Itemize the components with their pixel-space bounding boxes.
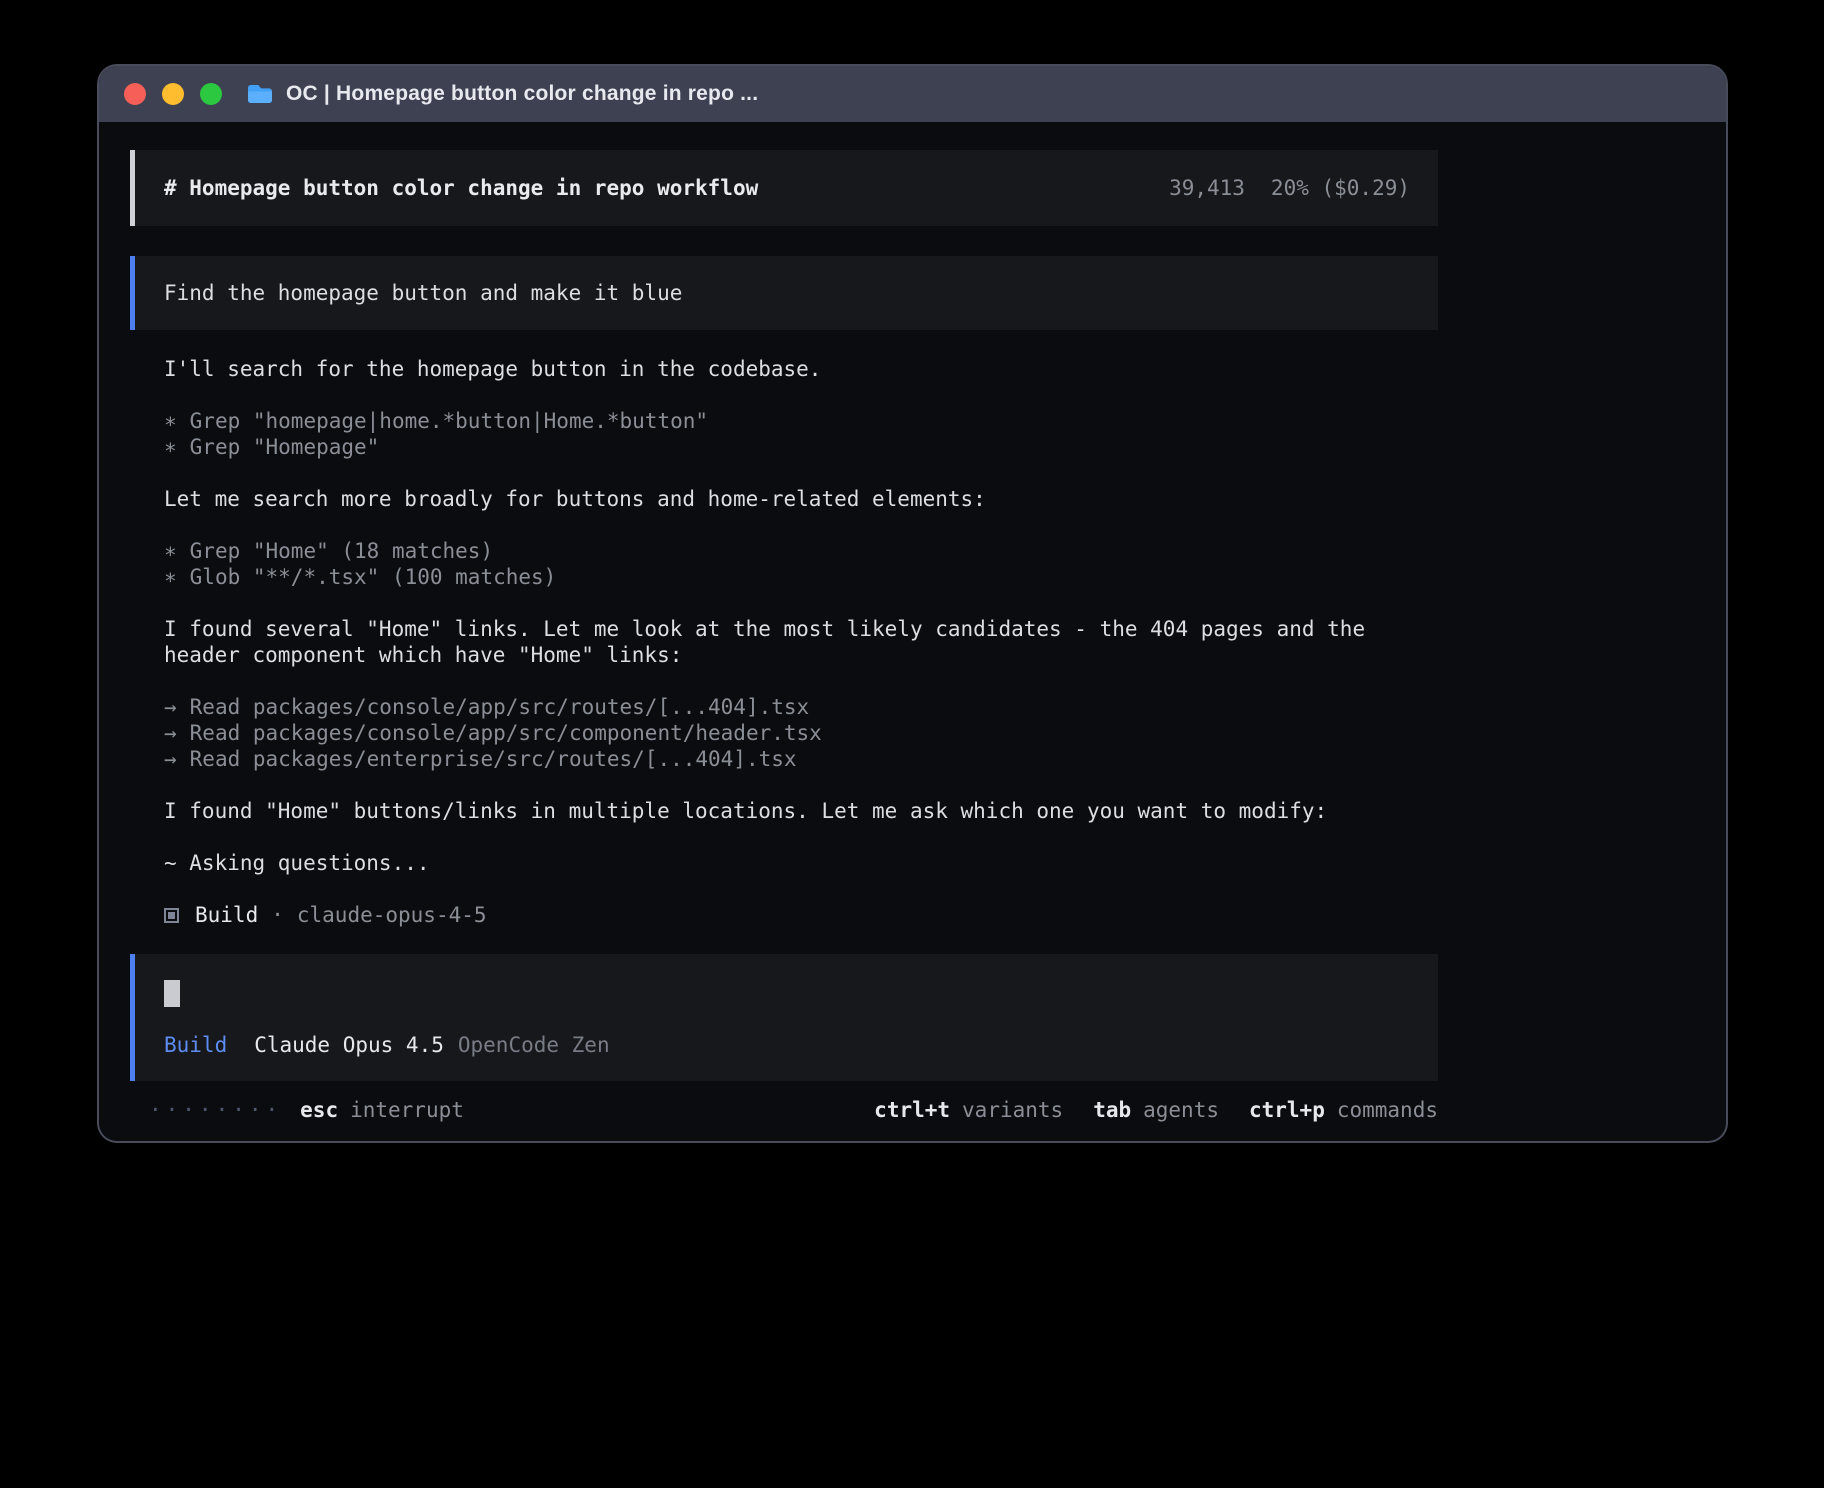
shortcut-key: ctrl+p [1249, 1097, 1325, 1123]
tool-text: Read packages/enterprise/src/routes/[...… [190, 747, 797, 771]
tool-call: ∗ Glob "**/*.tsx" (100 matches) [164, 564, 1438, 590]
agent-icon [164, 908, 179, 923]
traffic-lights [124, 83, 222, 105]
tool-glyph: ∗ [164, 539, 177, 563]
shortcut-label: commands [1337, 1097, 1438, 1123]
shortcut-label: variants [962, 1097, 1063, 1123]
status-bar: ········ esc interrupt ctrl+t variants t… [130, 1097, 1438, 1123]
tool-glyph: → [164, 695, 177, 719]
window-title: OC | Homepage button color change in rep… [286, 82, 758, 106]
tool-text: Read packages/console/app/src/component/… [190, 721, 822, 745]
tool-call-group: → Read packages/console/app/src/routes/[.… [164, 694, 1438, 772]
session-header: # Homepage button color change in repo w… [130, 150, 1438, 226]
shortcut-key: tab [1093, 1097, 1131, 1123]
context-usage: 20% ($0.29) [1271, 176, 1410, 200]
minimize-button[interactable] [162, 83, 184, 105]
separator-dot: · [271, 902, 284, 928]
tool-glyph: ∗ [164, 565, 177, 589]
input-meta: Build Claude Opus 4.5 OpenCode Zen [164, 1033, 1409, 1057]
assistant-text: I found "Home" buttons/links in multiple… [164, 798, 1408, 824]
shortcut-key: ctrl+t [874, 1097, 950, 1123]
tool-call: → Read packages/console/app/src/routes/[.… [164, 694, 1438, 720]
assistant-text: I'll search for the homepage button in t… [164, 356, 1408, 382]
model-label: Claude Opus 4.5 [254, 1033, 444, 1057]
conversation: I'll search for the homepage button in t… [130, 356, 1438, 928]
token-count: 39,413 [1169, 176, 1245, 200]
spinner-dots: ········ [149, 1097, 282, 1123]
shortcut-commands: ctrl+p commands [1249, 1097, 1438, 1123]
esc-key-hint: esc [300, 1097, 338, 1123]
tool-text: Read packages/console/app/src/routes/[..… [190, 695, 810, 719]
working-status: ~ Asking questions... [164, 850, 1438, 876]
title-area: OC | Homepage button color change in rep… [246, 82, 758, 106]
tool-glyph: ∗ [164, 435, 177, 459]
session-meta: 39,413 20% ($0.29) [1169, 176, 1410, 200]
shortcut-agents: tab agents [1093, 1097, 1219, 1123]
window-titlebar: OC | Homepage button color change in rep… [99, 66, 1726, 122]
tool-call-group: ∗ Grep "Home" (18 matches) ∗ Glob "**/*.ts… [164, 538, 1438, 590]
desktop-background: OC | Homepage button color change in rep… [0, 0, 1824, 1488]
terminal-content: # Homepage button color change in repo w… [130, 150, 1438, 1123]
folder-icon [246, 83, 274, 105]
tool-call: ∗ Grep "Homepage" [164, 434, 1438, 460]
close-button[interactable] [124, 83, 146, 105]
interrupt-hint: interrupt [350, 1097, 464, 1123]
tool-glyph: ∗ [164, 409, 177, 433]
tool-call-group: ∗ Grep "homepage|home.*button|Home.*butto… [164, 408, 1438, 460]
assistant-text: I found several "Home" links. Let me loo… [164, 616, 1408, 668]
tool-call: ∗ Grep "Home" (18 matches) [164, 538, 1438, 564]
user-message: Find the homepage button and make it blu… [130, 256, 1438, 330]
zoom-button[interactable] [200, 83, 222, 105]
text-cursor [164, 980, 180, 1007]
provider-label: OpenCode Zen [458, 1033, 610, 1057]
agent-status: Build · claude-opus-4-5 [164, 902, 1438, 928]
tool-text: Grep "Homepage" [190, 435, 380, 459]
tool-text: Glob "**/*.tsx" (100 matches) [190, 565, 557, 589]
terminal-window: OC | Homepage button color change in rep… [99, 66, 1726, 1141]
shortcut-label: agents [1143, 1097, 1219, 1123]
session-title: # Homepage button color change in repo w… [164, 176, 758, 200]
tool-glyph: → [164, 721, 177, 745]
tool-glyph: → [164, 747, 177, 771]
assistant-text: Let me search more broadly for buttons a… [164, 486, 1408, 512]
prompt-input[interactable]: Build Claude Opus 4.5 OpenCode Zen [130, 954, 1438, 1081]
status-left: ········ esc interrupt [149, 1097, 464, 1123]
agent-model: claude-opus-4-5 [297, 902, 487, 928]
agent-mode-label: Build [164, 1033, 227, 1057]
user-message-text: Find the homepage button and make it blu… [164, 281, 682, 305]
tool-text: Grep "Home" (18 matches) [190, 539, 493, 563]
tool-call: ∗ Grep "homepage|home.*button|Home.*butto… [164, 408, 1438, 434]
tool-call: → Read packages/enterprise/src/routes/[..… [164, 746, 1438, 772]
agent-name: Build [195, 902, 258, 928]
shortcut-variants: ctrl+t variants [874, 1097, 1063, 1123]
tool-text: Grep "homepage|home.*button|Home.*button… [190, 409, 708, 433]
tool-call: → Read packages/console/app/src/component… [164, 720, 1438, 746]
status-shortcuts: ctrl+t variants tab agents ctrl+p comman… [874, 1097, 1438, 1123]
